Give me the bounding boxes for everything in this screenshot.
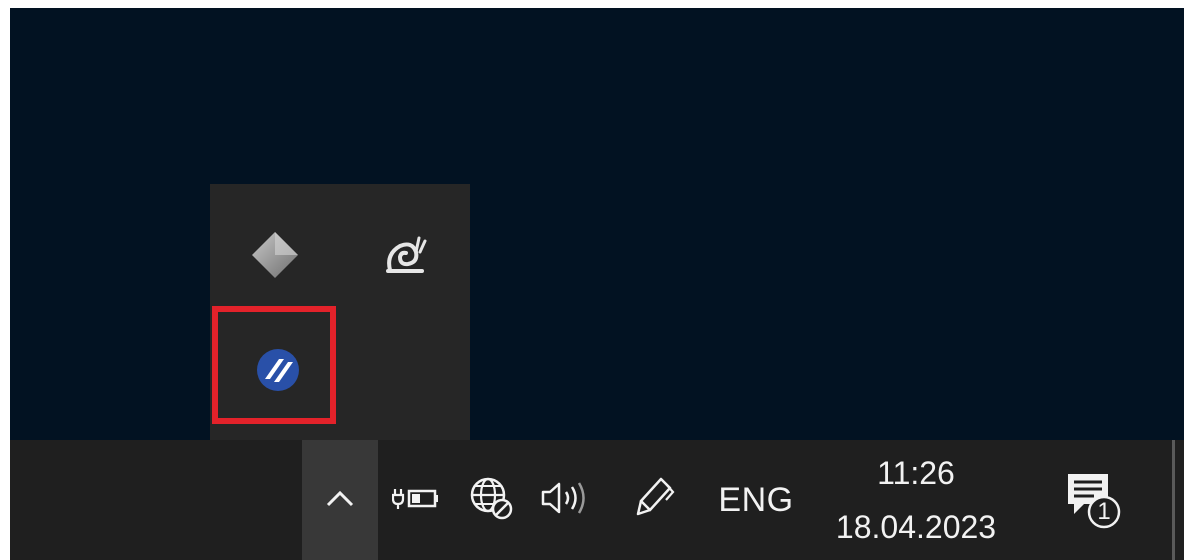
snail-app-icon[interactable] [370,220,440,290]
clock-date: 18.04.2023 [835,509,997,545]
desktop: ENG 11:26 18.04.2023 1 [10,8,1184,560]
show-desktop-divider [1172,440,1175,560]
taskbar: ENG 11:26 18.04.2023 1 [10,440,1184,560]
pen-icon [633,476,677,525]
volume-button[interactable] [534,440,596,560]
battery-charging-icon [391,483,442,518]
speaker-icon [539,478,591,523]
action-center-icon: 1 [1060,468,1124,532]
notification-count-badge: 1 [1097,498,1111,525]
show-hidden-icons-button[interactable] [302,440,378,560]
power-button[interactable] [386,440,448,560]
globe-network-icon [469,476,513,525]
language-label: ENG [718,480,794,519]
network-button[interactable] [458,440,524,560]
input-language-button[interactable]: ENG [710,440,802,560]
chevron-up-icon [325,488,355,513]
clock-time: 11:26 [877,455,955,491]
hidden-icons-flyout [210,184,470,446]
clock-button[interactable]: 11:26 18.04.2023 [818,440,1014,560]
pen-workspace-button[interactable] [622,440,688,560]
highlight-frame [212,306,336,424]
action-center-button[interactable]: 1 [1050,440,1134,560]
diamond-app-icon[interactable] [240,220,310,290]
